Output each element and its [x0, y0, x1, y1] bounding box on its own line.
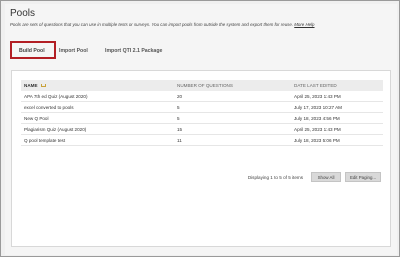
date-edited: July 18, 2023 5:06 PM: [294, 138, 340, 143]
question-count: 20: [177, 94, 183, 99]
table-header: NAME NUMBER OF QUESTIONS DATE LAST EDITE…: [21, 80, 383, 91]
pools-table-card: NAME NUMBER OF QUESTIONS DATE LAST EDITE…: [11, 70, 391, 247]
table-row: New Q Pool 5 July 18, 2023 4:56 PM: [21, 113, 383, 124]
pool-name-link[interactable]: Plagiarism Quiz (August 2020): [24, 127, 86, 132]
import-qti-package-button[interactable]: Import QTI 2.1 Package: [105, 48, 162, 54]
sort-icon[interactable]: [40, 84, 46, 88]
edit-paging-button[interactable]: Edit Paging...: [345, 172, 381, 182]
pool-name-link[interactable]: Q pool template test: [24, 138, 65, 143]
date-edited: April 25, 2023 1:43 PM: [294, 127, 341, 132]
date-edited: April 25, 2023 1:43 PM: [294, 94, 341, 99]
table-row: Plagiarism Quiz (August 2020) 15 April 2…: [21, 124, 383, 135]
table-row: excel converted to pools 5 July 17, 2023…: [21, 102, 383, 113]
import-pool-button[interactable]: Import Pool: [59, 48, 88, 54]
show-all-button[interactable]: Show All: [311, 172, 341, 182]
header-name-label: NAME: [24, 83, 38, 88]
question-count: 15: [177, 127, 183, 132]
item-count: Displaying 1 to 5 of 5 items: [247, 175, 303, 180]
window-frame: Pools Pools are sets of questions that y…: [0, 0, 400, 257]
pool-name-link[interactable]: APA 7th ed Quiz (August 2020): [24, 94, 88, 99]
pools-panel: Pools Pools are sets of questions that y…: [5, 4, 397, 255]
action-bar: Build Pool Import Pool Import QTI 2.1 Pa…: [5, 41, 397, 62]
page-description: Pools are sets of questions that you can…: [10, 22, 315, 27]
question-count: 5: [177, 116, 180, 121]
table-footer: Displaying 1 to 5 of 5 items Show All Ed…: [21, 171, 383, 183]
question-count: 11: [177, 138, 182, 143]
pool-name-link[interactable]: excel converted to pools: [24, 105, 74, 110]
header-date-last-edited[interactable]: DATE LAST EDITED: [294, 83, 337, 88]
header-name[interactable]: NAME: [24, 83, 46, 88]
table-row: APA 7th ed Quiz (August 2020) 20 April 2…: [21, 91, 383, 102]
header-number-of-questions[interactable]: NUMBER OF QUESTIONS: [177, 83, 233, 88]
build-pool-button[interactable]: Build Pool: [19, 48, 45, 54]
more-help-link[interactable]: More Help: [294, 22, 314, 27]
date-edited: July 17, 2023 10:27 AM: [294, 105, 343, 110]
description-text: Pools are sets of questions that you can…: [10, 22, 294, 27]
pool-name-link[interactable]: New Q Pool: [24, 116, 49, 121]
date-edited: July 18, 2023 4:56 PM: [294, 116, 340, 121]
question-count: 5: [177, 105, 180, 110]
table-row: Q pool template test 11 July 18, 2023 5:…: [21, 135, 383, 146]
page-title: Pools: [10, 8, 36, 19]
